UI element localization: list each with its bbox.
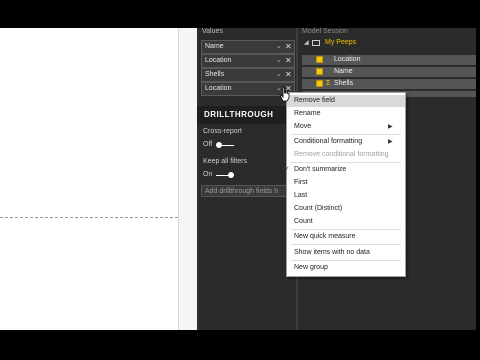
menu-item-label: Rename — [294, 110, 321, 117]
check-icon: ✓ — [284, 166, 290, 173]
field-location[interactable]: Location — [302, 55, 476, 65]
field-well-shells[interactable]: Shells ⌄ ✕ — [201, 68, 295, 82]
field-name: Location — [334, 56, 361, 63]
checkbox-checked-icon[interactable] — [316, 80, 323, 87]
menu-item-conditional-formatting[interactable]: Conditional formatting ▶ — [287, 136, 405, 148]
menu-item-label: Last — [294, 192, 308, 199]
menu-item-label: Count (Distinct) — [294, 205, 343, 212]
field-well-label: Name — [205, 43, 224, 50]
submenu-arrow-icon: ▶ — [388, 124, 393, 130]
menu-item-label: Remove conditional formatting — [294, 151, 389, 158]
letterbox-right — [476, 0, 480, 360]
menu-item-count-distinct[interactable]: Count (Distinct) — [287, 203, 405, 215]
menu-item-dont-summarize[interactable]: ✓ Don't summarize — [284, 164, 405, 176]
checkbox-checked-icon[interactable] — [316, 56, 323, 63]
menu-item-new-group[interactable]: New group — [287, 262, 405, 274]
add-drillthrough-fields-well[interactable]: Add drillthrough fields h — [201, 185, 293, 197]
menu-item-remove-conditional-formatting: Remove conditional formatting — [287, 149, 405, 161]
field-well-name[interactable]: Name ⌄ ✕ — [201, 40, 295, 54]
context-menu: Remove field Rename Move ▶ Conditional f… — [284, 92, 406, 277]
menu-item-label: New group — [294, 264, 328, 271]
drillthrough-header: DRILLTHROUGH — [197, 106, 296, 124]
menu-item-label: Count — [294, 218, 313, 225]
toggle-knob — [216, 142, 222, 148]
toggle-state-text: Off — [203, 141, 213, 148]
menu-item-last[interactable]: Last — [287, 190, 405, 202]
table-name: My Peeps — [325, 39, 357, 46]
keep-all-filters-toggle[interactable]: On — [203, 170, 234, 180]
chevron-down-icon[interactable]: ⌄ — [276, 41, 282, 53]
submenu-arrow-icon: ▶ — [388, 139, 393, 145]
field-well-location[interactable]: Location ⌄ ✕ — [201, 54, 295, 68]
menu-item-new-quick-measure[interactable]: New quick measure — [287, 231, 405, 243]
menu-item-label: Conditional formatting — [294, 138, 363, 145]
field-well-label: Location — [205, 57, 232, 64]
hand-cursor-icon — [280, 86, 290, 102]
page-boundary-line — [0, 217, 178, 218]
field-well-label: Shells — [205, 71, 225, 78]
letterbox-bottom — [0, 330, 480, 360]
canvas-scroll-gutter — [178, 28, 197, 330]
report-canvas[interactable] — [0, 28, 178, 330]
app-window: Values Name ⌄ ✕ Location ⌄ ✕ Shells ⌄ ✕ … — [0, 0, 480, 360]
visualizations-pane: Values Name ⌄ ✕ Location ⌄ ✕ Shells ⌄ ✕ … — [197, 28, 296, 330]
chevron-down-icon[interactable]: ⌄ — [276, 55, 282, 67]
close-icon[interactable]: ✕ — [285, 55, 292, 67]
menu-item-label: Show items with no data — [294, 249, 370, 256]
fields-partial-item: Model Session — [302, 28, 348, 35]
field-well-label: Location — [205, 85, 232, 92]
table-icon — [312, 40, 320, 46]
close-icon[interactable]: ✕ — [285, 41, 292, 53]
letterbox-top — [0, 0, 480, 28]
menu-separator — [291, 162, 401, 163]
menu-separator — [291, 229, 401, 230]
menu-item-label: Move — [294, 123, 312, 130]
close-icon[interactable]: ✕ — [285, 69, 292, 81]
field-shells[interactable]: Σ Shells — [302, 79, 476, 89]
menu-item-remove-field[interactable]: Remove field — [287, 95, 405, 107]
menu-item-rename[interactable]: Rename — [287, 108, 405, 120]
menu-item-move[interactable]: Move ▶ — [287, 121, 405, 133]
cross-report-toggle[interactable]: Off — [203, 140, 234, 150]
menu-item-count[interactable]: Count — [287, 216, 405, 228]
menu-item-label: New quick measure — [294, 233, 356, 240]
field-name: Name — [334, 68, 353, 75]
field-name[interactable]: Name — [302, 67, 476, 77]
toggle-knob — [228, 172, 234, 178]
field-name: Shells — [334, 80, 354, 87]
cross-report-label: Cross-report — [203, 128, 242, 135]
menu-item-show-items-no-data[interactable]: Show items with no data — [287, 247, 405, 259]
menu-separator — [291, 134, 401, 135]
collapse-icon[interactable]: ◢ — [304, 37, 309, 49]
menu-item-first[interactable]: First — [287, 177, 405, 189]
sigma-icon: Σ — [326, 80, 331, 87]
values-section-title: Values — [202, 28, 223, 35]
menu-item-label: First — [294, 179, 308, 186]
menu-separator — [291, 260, 401, 261]
keep-all-filters-label: Keep all filters — [203, 158, 247, 165]
menu-item-label: Remove field — [294, 97, 335, 104]
checkbox-checked-icon[interactable] — [316, 68, 323, 75]
menu-item-label: Don't summarize — [294, 166, 347, 173]
toggle-state-text: On — [203, 171, 213, 178]
chevron-down-icon[interactable]: ⌄ — [276, 69, 282, 81]
menu-separator — [291, 244, 401, 245]
